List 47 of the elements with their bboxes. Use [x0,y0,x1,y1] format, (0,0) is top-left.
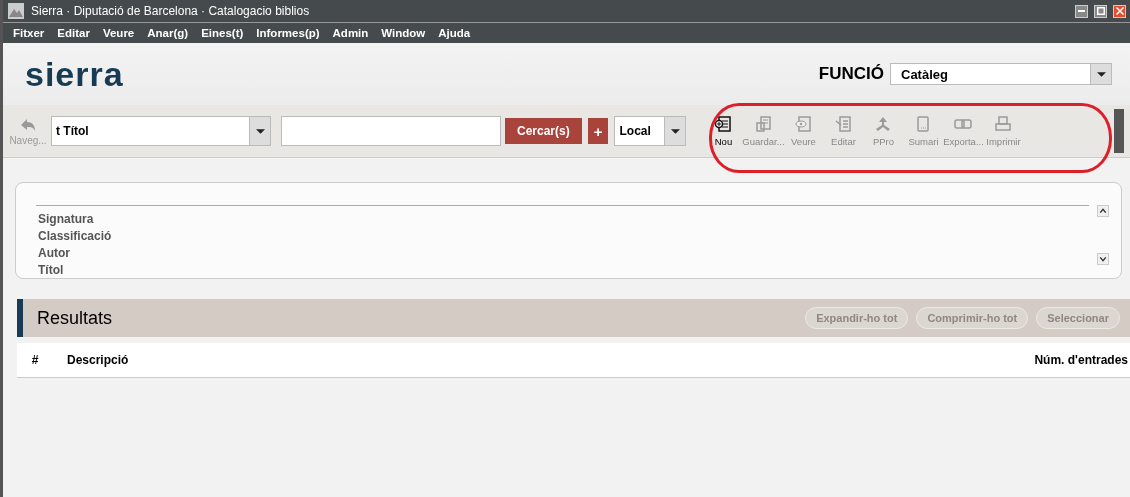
function-label: FUNCIÓ [818,64,884,84]
toolbar-button[interactable]: Nou [704,115,743,147]
menu-item[interactable]: Window [381,27,426,39]
branching-arrow-icon [874,115,893,133]
field-label[interactable]: Classificació [36,229,1089,243]
column-header[interactable]: # [17,353,53,367]
document-eye-icon [794,115,813,133]
column-header[interactable]: Núm. d'entrades [1034,353,1130,367]
maximize-button[interactable] [1094,4,1107,18]
field-label[interactable]: Signatura [36,212,1089,226]
column-header[interactable]: Descripció [53,353,1035,367]
minimize-button[interactable] [1075,4,1088,18]
dropdown-arrow-icon [670,128,680,134]
maximize-icon [1096,7,1105,15]
document-pencil-icon [834,115,853,133]
window-title: Sierra · Diputació de Barcelona · Catalogacio biblios [31,4,311,18]
close-icon [1115,7,1124,15]
field-label[interactable]: Autor [36,246,1089,260]
dropdown-arrow-icon [1096,71,1106,77]
close-button[interactable] [1113,4,1126,18]
results-title: Resultats [37,307,114,329]
minimize-icon [1078,10,1085,12]
menu-item[interactable]: Ajuda [438,27,471,39]
scroll-down-icon [1098,254,1108,264]
panel-grip[interactable] [1114,109,1124,153]
menu-item[interactable]: Admin [332,27,369,39]
function-dropdown[interactable]: Catàleg [890,63,1112,85]
menu-item[interactable]: Informes(p) [256,27,320,39]
search-field[interactable] [281,116,501,146]
menu-item[interactable]: Fitxer [13,27,45,39]
add-button[interactable]: + [587,118,609,144]
menu-item[interactable]: Editar [57,27,90,39]
index-dropdown[interactable]: t Títol [51,116,271,146]
search-button[interactable]: Cercar(s) [505,118,582,144]
scroll-up-icon [1098,206,1108,216]
scope-dropdown[interactable]: Local [614,116,687,146]
scrollbar[interactable] [1097,205,1111,265]
document-stack-icon [754,115,773,133]
field-label[interactable]: Títol [36,263,1089,277]
dropdown-arrow-icon [255,128,265,134]
printer-icon [994,115,1013,133]
menu-item[interactable]: Veure [102,27,135,39]
menu-item[interactable]: Anar(g) [147,27,189,39]
logo: sierra [25,54,125,94]
app-icon [7,2,25,20]
menu-item[interactable]: Eines(t) [201,27,244,39]
document-plus-icon [714,115,733,133]
